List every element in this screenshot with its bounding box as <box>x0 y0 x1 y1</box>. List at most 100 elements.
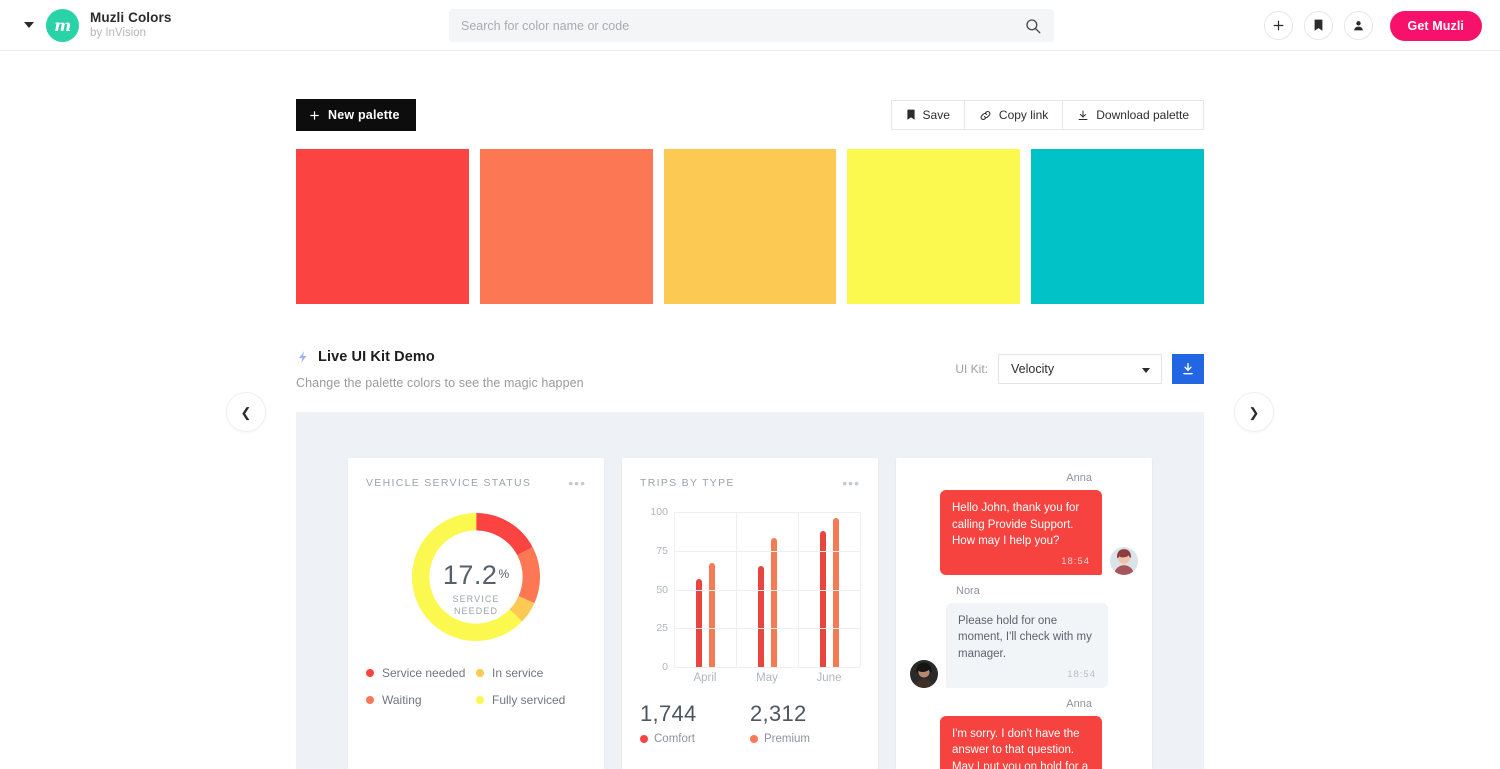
bar[interactable] <box>757 566 764 667</box>
copy-link-label: Copy link <box>998 108 1049 122</box>
chat-text: I'm sorry. I don't have the answer to th… <box>952 727 1089 769</box>
bar[interactable] <box>832 518 839 667</box>
palette-swatch-1[interactable] <box>296 149 469 304</box>
bookmark-icon <box>1314 19 1322 31</box>
y-tick-label: 50 <box>656 583 668 596</box>
avatar <box>1110 546 1138 575</box>
donut-unit: % <box>498 566 510 581</box>
bookmark-icon <box>906 109 915 120</box>
palette-swatch-2[interactable] <box>479 149 653 304</box>
bar[interactable] <box>695 578 702 667</box>
donut-legend: Service needed In service Waiting Fully ser… <box>366 666 586 727</box>
y-tick-label: 100 <box>650 506 668 518</box>
legend-item: Waiting <box>366 693 476 707</box>
chat-bubble[interactable]: Please hold for one moment, I'll check w… <box>946 602 1108 688</box>
page: New palette Save Copy link Download pale… <box>0 99 1500 769</box>
gridline <box>674 512 860 513</box>
new-palette-button[interactable]: New palette <box>296 99 416 131</box>
chat-message: Nora Please hold for one moment, I'll che… <box>910 585 1138 688</box>
chat-bubble-row: I'm sorry. I don't have the answer to th… <box>910 715 1138 769</box>
download-palette-label: Download palette <box>1096 108 1189 122</box>
chat-bubble[interactable]: I'm sorry. I don't have the answer to th… <box>940 715 1102 769</box>
plus-icon <box>310 110 319 120</box>
legend-label: In service <box>492 666 544 680</box>
palette-swatch-5[interactable] <box>1031 149 1204 304</box>
search-icon[interactable] <box>1024 17 1042 35</box>
bar[interactable] <box>708 563 715 667</box>
avatar-image <box>1110 546 1138 575</box>
muzli-logo-icon: m <box>46 8 79 42</box>
live-ui-kit-title: Live UI Kit Demo <box>318 349 435 365</box>
gridline <box>674 667 860 668</box>
donut-value: 17.2 <box>442 560 498 590</box>
donut-chart: 17.2% SERVICE NEEDED <box>366 504 586 650</box>
x-tick-label: May <box>756 672 778 684</box>
account-button[interactable] <box>1343 11 1373 40</box>
gridline <box>798 512 799 667</box>
gridline <box>736 512 737 667</box>
legend-dot <box>366 669 374 677</box>
legend-item: In service <box>476 666 586 680</box>
stat-block: 1,744 Comfort <box>640 701 750 745</box>
palette-swatch-3[interactable] <box>663 149 837 304</box>
stat-number: 2,312 <box>750 701 807 726</box>
brand-title: Muzli Colors <box>90 9 172 25</box>
stat-block: 2,312 Premium <box>750 701 860 745</box>
gridline <box>674 628 860 630</box>
chat-message: Anna I'm sorry. I don't have the answer t… <box>910 698 1138 769</box>
stat-label: Comfort <box>654 733 695 745</box>
palette-actions: Save Copy link Download palette <box>890 100 1204 130</box>
stat-label: Premium <box>764 733 811 745</box>
bar[interactable] <box>770 538 777 667</box>
content-column: New palette Save Copy link Download pale… <box>226 99 1274 769</box>
donut-label-line1: SERVICE <box>452 594 500 604</box>
legend-dot <box>476 696 484 704</box>
copy-link-button[interactable]: Copy link <box>963 100 1064 130</box>
ellipsis-icon[interactable]: ••• <box>568 476 586 490</box>
vehicle-service-status-card: VEHICLE SERVICE STATUS ••• 17.2% SERVICE… <box>348 458 604 769</box>
palette-swatch-4[interactable] <box>847 149 1021 304</box>
search-bar[interactable] <box>449 9 1054 42</box>
palette-swatches <box>296 149 1204 304</box>
carousel-prev-button[interactable]: ❮ <box>226 392 266 432</box>
x-tick-label: June <box>816 672 842 684</box>
add-button[interactable] <box>1263 11 1293 40</box>
y-axis: 0 25 50 75 100 <box>640 506 668 673</box>
legend-dot <box>750 735 758 743</box>
donut-label-line2: NEEDED <box>453 605 499 616</box>
bookmarks-button[interactable] <box>1303 11 1333 40</box>
legend-dot <box>640 735 648 743</box>
search-input[interactable] <box>461 18 1024 33</box>
plot-area <box>674 512 861 668</box>
card-title: TRIPS BY TYPE <box>640 477 735 489</box>
ellipsis-icon[interactable]: ••• <box>842 476 860 490</box>
download-kit-button[interactable] <box>1172 354 1204 384</box>
donut-center-label: 17.2% SERVICE NEEDED <box>366 560 586 617</box>
y-tick-label: 25 <box>656 622 668 635</box>
chat-bubble[interactable]: Hello John, thank you for calling Provid… <box>940 490 1102 575</box>
live-ui-kit-text: Live UI Kit Demo Change the palette colo… <box>296 348 584 390</box>
legend-item: Fully serviced <box>476 693 586 707</box>
chat-card: Anna Hello John, thank you for calling Pr… <box>896 458 1152 769</box>
brand[interactable]: m Muzli Colors by InVision <box>46 8 172 42</box>
gridline <box>674 589 860 591</box>
legend-label: Service needed <box>382 666 466 680</box>
ui-kit-select[interactable]: Velocity <box>998 354 1162 384</box>
chat-timestamp: 18:54 <box>1061 556 1090 568</box>
plus-icon <box>1273 20 1283 31</box>
legend-dot <box>366 696 374 704</box>
link-icon <box>980 110 991 120</box>
carousel-next-button[interactable]: ❯ <box>1234 392 1274 432</box>
avatar-image <box>910 659 938 688</box>
chat-message: Anna Hello John, thank you for calling Pr… <box>910 472 1138 575</box>
save-button[interactable]: Save <box>890 100 965 130</box>
get-muzli-button[interactable]: Get Muzli <box>1389 10 1482 41</box>
workspace-dropdown-button[interactable] <box>14 22 44 28</box>
download-palette-button[interactable]: Download palette <box>1062 100 1204 130</box>
bar-chart: 0 25 50 75 100 April May June <box>640 506 861 687</box>
y-tick-label: 0 <box>662 661 668 673</box>
download-icon <box>1183 363 1193 375</box>
stat-number: 1,744 <box>640 701 697 726</box>
trip-stats: 1,744 Comfort 2,312 Premium <box>640 701 860 745</box>
chat-bubble-row: Please hold for one moment, I'll check w… <box>910 602 1138 688</box>
